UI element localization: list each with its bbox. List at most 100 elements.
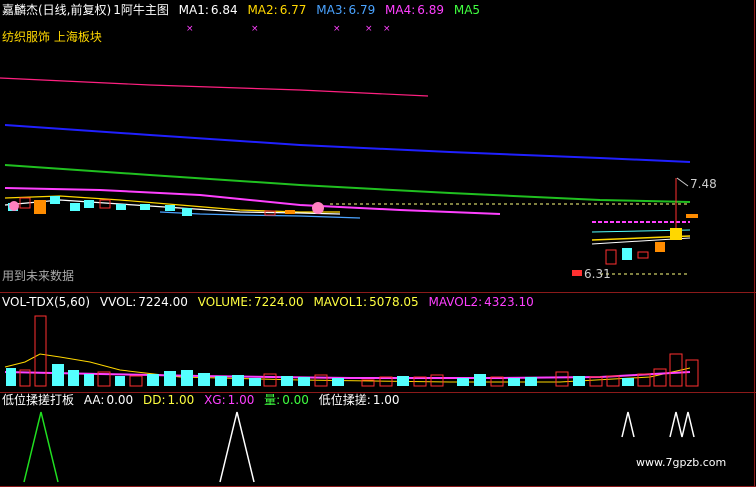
vol-bar xyxy=(84,374,94,386)
candle xyxy=(99,199,111,209)
candle xyxy=(165,205,175,211)
vol-bar xyxy=(281,376,293,386)
price-chart-svg: × × × × × xyxy=(0,24,698,276)
liang-value: 0.00 xyxy=(282,393,309,407)
vol-bar xyxy=(397,376,409,386)
right-axis-line xyxy=(754,0,755,487)
signal-spike-small xyxy=(669,411,695,438)
candle xyxy=(182,208,192,216)
marker-x: × xyxy=(365,24,373,34)
vol-bar xyxy=(525,377,537,386)
vol-bar xyxy=(474,374,486,386)
ma-long-magenta-line xyxy=(0,77,429,97)
signal-spike-green xyxy=(23,411,59,483)
price-high-label: 7.48 xyxy=(690,177,717,191)
dd-value: 1.00 xyxy=(167,393,195,407)
vol-bar xyxy=(637,373,651,387)
candle xyxy=(50,196,60,204)
ma4-label: MA4: xyxy=(385,3,416,17)
ma-long-green-line xyxy=(4,164,691,203)
vol-bar xyxy=(622,378,634,386)
vol-bar xyxy=(68,370,79,386)
liang-label: 量: xyxy=(264,393,281,407)
candle xyxy=(285,210,295,214)
vol-bar xyxy=(34,315,47,387)
rc-value: 1.00 xyxy=(372,393,400,407)
candle xyxy=(605,249,617,265)
signal-spike-white xyxy=(219,411,255,483)
vol-bar xyxy=(181,370,193,386)
mavol2-line xyxy=(4,371,691,379)
vol-bar xyxy=(653,368,667,387)
vol-bar xyxy=(164,371,176,386)
pane-divider[interactable] xyxy=(0,392,756,393)
vol-bar xyxy=(6,368,16,386)
vol-bar xyxy=(129,375,143,387)
vol-bar xyxy=(232,375,244,386)
volume-indicator-name[interactable]: VOL-TDX(5,60) xyxy=(2,295,90,309)
vol-bar xyxy=(589,376,603,387)
candle xyxy=(84,200,94,208)
vol-bar xyxy=(215,376,227,386)
signal-dot xyxy=(9,201,19,211)
vol-bar xyxy=(555,371,569,387)
vol-bar xyxy=(198,373,210,386)
ma3-label: MA3: xyxy=(316,3,347,17)
vvol-value: 7224.00 xyxy=(138,295,188,309)
indicator-header: 低位揉搓打板 AA: 0.00 DD: 1.00 XG: 1.00 量: 0.00 低位… xyxy=(2,393,406,407)
vol-bar xyxy=(115,376,125,386)
stock-title[interactable]: 嘉麟杰(日线,前复权) xyxy=(2,3,111,17)
high-marker-line xyxy=(676,177,689,187)
signal-dot xyxy=(312,202,324,214)
vol-bar xyxy=(573,376,585,386)
price-low-label: 6.31 xyxy=(584,267,611,281)
candle xyxy=(670,228,682,240)
mavol2-value: 4323.10 xyxy=(484,295,534,309)
mavol2-label: MAVOL2: xyxy=(428,295,483,309)
ma2-value: 6.77 xyxy=(279,3,307,17)
vvol-label: VVOL: xyxy=(99,295,137,309)
main-header: 嘉麟杰(日线,前复权) 1阿牛主图 MA1: 6.84 MA2: 6.77 MA3: 6… xyxy=(2,3,486,17)
volume-chart-pane[interactable]: VOL-TDX(5,60) VVOL: 7224.00 VOLUME: 7224.0… xyxy=(0,292,756,392)
volume-header: VOL-TDX(5,60) VVOL: 7224.00 VOLUME: 7224.0… xyxy=(2,295,540,309)
price-chart-pane[interactable]: × × × × × 嘉麟杰(日线,前复权) 1阿牛主图 MA1: 6.84 MA2:… xyxy=(0,0,756,292)
vol-bar xyxy=(263,373,277,387)
low-marker xyxy=(572,270,582,276)
vol-bar xyxy=(298,377,310,386)
vol-bar xyxy=(508,378,520,386)
sector-label: 纺织服饰 上海板块 xyxy=(2,30,102,44)
marker-x: × xyxy=(186,24,194,34)
pane-divider[interactable] xyxy=(0,292,756,293)
aa-value: 0.00 xyxy=(106,393,134,407)
dd-label: DD: xyxy=(142,393,166,407)
candle xyxy=(116,204,126,210)
vol-bar xyxy=(430,374,444,387)
indicator-chart-pane[interactable]: 低位揉搓打板 AA: 0.00 DD: 1.00 XG: 1.00 量: 0.00 低位… xyxy=(0,392,756,487)
vol-bar xyxy=(147,374,159,386)
candle xyxy=(655,242,665,252)
future-data-note: 用到未来数据 xyxy=(2,269,75,283)
mavol1-value: 5078.05 xyxy=(369,295,419,309)
indicator-name[interactable]: 1阿牛主图 xyxy=(113,3,169,17)
candle xyxy=(34,200,46,214)
marker-x: × xyxy=(251,24,259,34)
candle xyxy=(637,251,649,259)
ma5-label: MA5 xyxy=(453,3,481,17)
vol-bar xyxy=(332,378,344,386)
marker-x: × xyxy=(383,24,391,34)
ma3-value: 6.79 xyxy=(348,3,376,17)
candle xyxy=(140,204,150,210)
candle xyxy=(686,214,698,218)
watermark: www.7gpzb.com xyxy=(636,456,727,469)
rc-label: 低位揉搓: xyxy=(318,393,371,407)
signal-spike-small xyxy=(621,411,635,438)
indicator-title[interactable]: 低位揉搓打板 xyxy=(2,393,74,407)
ma-long-blue-line xyxy=(4,124,691,163)
volume-label: VOLUME: xyxy=(197,295,252,309)
volume-bars xyxy=(6,315,699,387)
aa-label: AA: xyxy=(83,393,105,407)
ma2-label: MA2: xyxy=(247,3,278,17)
xg-value: 1.00 xyxy=(227,393,255,407)
mavol1-label: MAVOL1: xyxy=(313,295,368,309)
vol-bar xyxy=(457,378,469,386)
